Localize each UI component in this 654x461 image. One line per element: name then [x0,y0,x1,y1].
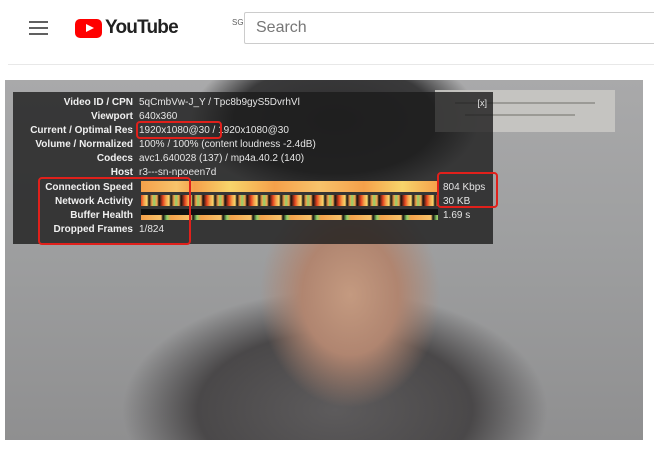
stat-value: 804 Kbps [443,182,486,193]
stat-value: avc1.640028 (137) / mp4a.40.2 (140) [139,153,305,164]
connection-speed-graph [141,181,438,192]
stat-value: 30 KB [443,196,471,207]
logo-text: YouTube [105,17,179,38]
stat-value: r3---sn-npoeen7d [139,167,217,178]
stat-value: 5qCmbVw-J_Y / Tpc8b9gyS5DvrhVl [139,97,300,108]
stat-value: 640x360 [139,111,178,122]
youtube-logo-icon [75,19,102,38]
search-box[interactable] [244,12,654,44]
stat-label: Current / Optimal Res [30,125,133,136]
logo-region: SG [232,18,244,27]
stat-value: 100% / 100% (content loudness -2.4dB) [139,139,316,150]
header-divider [8,64,654,65]
network-activity-graph [141,195,438,206]
masthead: YouTube SG [0,0,654,58]
stat-label: Viewport [90,111,133,122]
buffer-health-graph [141,209,438,220]
stat-label: Buffer Health [70,210,133,221]
stat-label: Network Activity [55,196,133,207]
stat-value: 1.69 s [443,210,471,221]
stat-value: 1920x1080@30 / 1920x1080@30 [139,124,289,137]
stat-label: Dropped Frames [53,224,133,235]
stats-for-nerds-panel: [x] Video ID / CPN 5qCmbVw-J_Y / Tpc8b9g… [13,92,493,244]
search-input[interactable] [245,13,654,43]
stat-label: Video ID / CPN [63,97,133,108]
stat-label: Codecs [96,153,133,164]
stat-value: 1/824 [139,224,165,235]
stat-label: Volume / Normalized [35,139,133,150]
close-stats-button[interactable]: [x] [477,98,487,108]
current-res-value: 1920x1080@30 [139,125,210,136]
stat-label: Host [110,167,133,178]
optimal-res-value: / 1920x1080@30 [209,125,289,136]
stat-label: Connection Speed [45,182,133,193]
menu-icon[interactable] [29,20,49,36]
